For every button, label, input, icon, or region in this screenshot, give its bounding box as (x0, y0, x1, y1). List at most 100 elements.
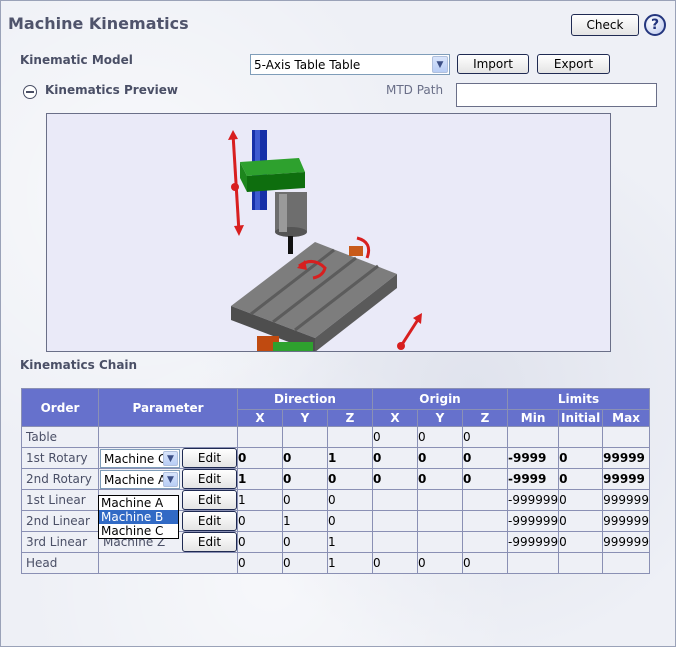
limits-max-cell (602, 552, 650, 574)
edit-button[interactable]: Edit (182, 490, 237, 510)
origin-x-cell[interactable]: 0 (372, 468, 418, 490)
origin-y-cell[interactable]: 0 (417, 552, 463, 574)
parameter-cell (98, 426, 238, 448)
origin-y-header: Y (417, 409, 463, 427)
limits-initial-cell[interactable]: 0 (558, 489, 604, 511)
direction-z-cell[interactable]: 1 (327, 531, 373, 553)
kinematic-model-select[interactable]: 5-Axis Table Table ▼ (250, 54, 450, 75)
dropdown-option-selected[interactable]: Machine B (99, 510, 178, 524)
direction-x-cell[interactable]: 0 (237, 552, 283, 574)
origin-z-cell[interactable]: 0 (462, 552, 508, 574)
kinematics-chain-table: Order Parameter Direction Origin Limits … (21, 388, 650, 574)
limits-min-cell[interactable]: -999999 (506, 531, 560, 553)
direction-z-cell[interactable]: 1 (327, 447, 373, 469)
check-button[interactable]: Check (571, 14, 639, 36)
origin-z-cell[interactable]: 0 (462, 447, 508, 469)
edit-button[interactable]: Edit (182, 511, 237, 531)
limits-max-cell[interactable]: 999999 (602, 531, 650, 553)
origin-z-cell[interactable]: 0 (462, 468, 508, 490)
origin-y-cell (417, 489, 463, 511)
order-cell: 1st Linear (21, 489, 99, 511)
direction-z-cell (327, 426, 373, 448)
limits-max-cell[interactable]: 999999 (602, 510, 650, 532)
dropdown-option[interactable]: Machine C (99, 524, 178, 538)
origin-z-cell[interactable]: 0 (462, 426, 508, 448)
origin-x-cell[interactable]: 0 (372, 426, 418, 448)
dropdown-option[interactable]: Machine A (99, 496, 178, 510)
export-button[interactable]: Export (537, 54, 610, 74)
edit-button[interactable]: Edit (182, 448, 237, 468)
limits-min-cell[interactable]: -999999 (506, 510, 560, 532)
kinematics-preview-viewport[interactable] (46, 113, 611, 352)
limits-max-cell[interactable]: 99999 (602, 447, 650, 469)
limits-initial-header: Initial (558, 409, 604, 427)
direction-y-cell[interactable]: 0 (282, 447, 328, 469)
limits-max-cell (602, 426, 650, 448)
limits-initial-cell[interactable]: 0 (558, 531, 604, 553)
limits-max-cell[interactable]: 999999 (602, 489, 650, 511)
direction-z-cell[interactable]: 0 (327, 489, 373, 511)
collapse-minus-icon[interactable] (23, 85, 37, 99)
origin-x-cell[interactable]: 0 (372, 552, 418, 574)
origin-z-header: Z (462, 409, 508, 427)
limits-min-cell (506, 552, 560, 574)
direction-z-cell[interactable]: 1 (327, 552, 373, 574)
question-mark-icon[interactable]: ? (644, 14, 666, 36)
tool-shape (288, 236, 293, 254)
limits-initial-cell[interactable]: 0 (558, 510, 604, 532)
origin-y-cell[interactable]: 0 (417, 447, 463, 469)
limits-max-cell[interactable]: 99999 (602, 468, 650, 490)
machine-kinematics-window: Machine Kinematics Check ? Kinematic Mod… (0, 0, 676, 647)
direction-y-cell[interactable]: 0 (282, 468, 328, 490)
edit-button[interactable]: Edit (182, 532, 237, 552)
direction-x-cell[interactable]: 0 (237, 510, 283, 532)
chevron-down-icon[interactable]: ▼ (163, 471, 178, 487)
x-axis-arrow-shape (399, 317, 421, 347)
origin-z-cell (462, 531, 508, 553)
origin-z-cell (462, 510, 508, 532)
parameter-select[interactable]: Machine A ▼ (100, 469, 180, 489)
mtd-path-input[interactable] (456, 83, 657, 107)
parameter-cell: Machine A ▼ Edit (98, 468, 238, 490)
direction-y-cell[interactable]: 1 (282, 510, 328, 532)
limits-initial-cell[interactable]: 0 (558, 447, 604, 469)
limits-min-cell[interactable]: -999999 (506, 489, 560, 511)
direction-z-cell[interactable]: 0 (327, 510, 373, 532)
table-row: Head 0 0 1 0 0 0 (21, 552, 650, 574)
direction-y-cell[interactable]: 0 (282, 489, 328, 511)
kinematics-chain-label: Kinematics Chain (20, 358, 138, 372)
chevron-down-icon[interactable]: ▼ (432, 56, 448, 73)
limits-min-header: Min (506, 409, 560, 427)
table-row: 2nd Rotary Machine A ▼ Edit 1 0 0 0 0 0 … (21, 468, 650, 490)
limits-min-cell[interactable]: -9999 (506, 447, 560, 469)
direction-y-header: Y (282, 409, 328, 427)
origin-y-cell[interactable]: 0 (417, 426, 463, 448)
import-button[interactable]: Import (457, 54, 529, 74)
direction-y-cell (282, 426, 328, 448)
direction-x-cell[interactable]: 0 (237, 447, 283, 469)
z-axis-arrow-shape (231, 133, 241, 233)
origin-y-cell (417, 531, 463, 553)
origin-x-cell (372, 531, 418, 553)
direction-header: Direction (237, 388, 373, 410)
limits-min-cell[interactable]: -9999 (506, 468, 560, 490)
order-cell: Table (21, 426, 99, 448)
direction-x-cell[interactable]: 1 (237, 468, 283, 490)
parameter-cell (98, 552, 238, 574)
origin-y-cell[interactable]: 0 (417, 468, 463, 490)
parameter-dropdown-list[interactable]: Machine A Machine B Machine C (98, 495, 179, 539)
limits-initial-cell (558, 552, 604, 574)
order-cell: 2nd Linear (21, 510, 99, 532)
chevron-down-icon[interactable]: ▼ (163, 450, 178, 466)
origin-header: Origin (372, 388, 508, 410)
origin-x-cell[interactable]: 0 (372, 447, 418, 469)
direction-y-cell[interactable]: 0 (282, 552, 328, 574)
limits-initial-cell[interactable]: 0 (558, 468, 604, 490)
parameter-select[interactable]: Machine C ▼ (100, 448, 180, 468)
mtd-path-label: MTD Path (386, 83, 444, 97)
edit-button[interactable]: Edit (182, 469, 237, 489)
direction-y-cell[interactable]: 0 (282, 531, 328, 553)
direction-x-cell[interactable]: 1 (237, 489, 283, 511)
direction-x-cell[interactable]: 0 (237, 531, 283, 553)
direction-z-cell[interactable]: 0 (327, 468, 373, 490)
